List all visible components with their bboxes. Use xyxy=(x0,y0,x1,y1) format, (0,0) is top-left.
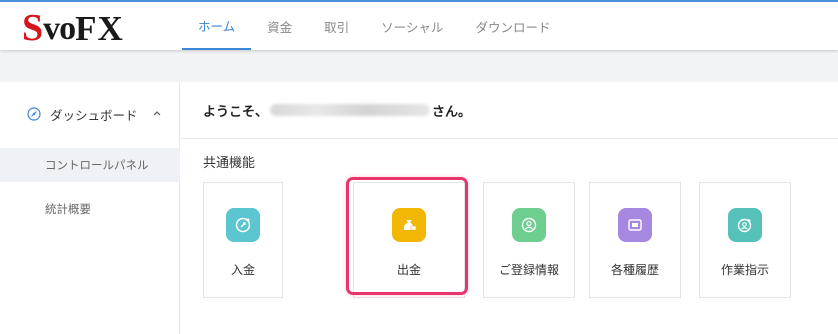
card-work-instructions[interactable]: 作業指示 xyxy=(699,182,791,298)
logo-vo: vo xyxy=(43,10,76,47)
card-registration-info-label: ご登録情報 xyxy=(498,263,559,277)
redacted-username xyxy=(270,104,431,116)
card-history[interactable]: 各種履歴 xyxy=(589,182,681,298)
sidebar: ダッシュボード コントロールパネル 統計概要 xyxy=(0,82,180,334)
sidebar-header-label: ダッシュボード xyxy=(50,107,138,123)
card-registration-info[interactable]: ご登録情報 xyxy=(483,182,575,298)
welcome-suffix: さん。 xyxy=(432,104,472,120)
section-title: 共通機能 xyxy=(203,156,256,171)
divider xyxy=(181,138,838,139)
top-header: S vo FX ホーム 資金 取引 ソーシャル ダウンロード xyxy=(0,0,838,50)
profile-icon xyxy=(512,208,546,242)
chevron-up-icon xyxy=(152,108,162,118)
header-spacer-band xyxy=(0,50,838,82)
card-history-label: 各種履歴 xyxy=(610,263,659,277)
nav-funds[interactable]: 資金 xyxy=(251,2,308,50)
card-withdrawal-label: 出金 xyxy=(396,263,421,277)
sidebar-dashboard-toggle[interactable]: ダッシュボード xyxy=(0,99,180,129)
card-withdrawal[interactable]: 出金 xyxy=(353,182,465,298)
nav-home[interactable]: ホーム xyxy=(182,2,252,50)
dashboard-icon xyxy=(27,107,41,121)
card-work-instructions-label: 作業指示 xyxy=(720,263,769,277)
svofx-logo[interactable]: S vo FX xyxy=(22,6,124,48)
withdrawal-icon xyxy=(392,208,426,242)
logo-fx: FX xyxy=(75,9,124,48)
instruction-icon xyxy=(728,208,762,242)
nav-trade[interactable]: 取引 xyxy=(308,2,365,50)
sidebar-item-control-panel[interactable]: コントロールパネル xyxy=(0,148,180,182)
main-nav: ホーム 資金 取引 ソーシャル ダウンロード xyxy=(182,2,566,50)
deposit-icon xyxy=(226,208,260,242)
main-content: ようこそ、 さん。 共通機能 入金 出金 ご登録情報 各種履歴 作業指示 xyxy=(181,82,838,334)
welcome-prefix: ようこそ、 xyxy=(203,104,269,120)
nav-social[interactable]: ソーシャル xyxy=(365,2,459,50)
nav-download[interactable]: ダウンロード xyxy=(459,2,566,50)
logo-s: S xyxy=(22,7,44,49)
welcome-message: ようこそ、 さん。 xyxy=(203,98,471,122)
history-icon xyxy=(618,208,652,242)
sidebar-item-statistics[interactable]: 統計概要 xyxy=(0,192,180,226)
card-deposit-label: 入金 xyxy=(230,263,255,277)
card-deposit[interactable]: 入金 xyxy=(203,182,283,298)
